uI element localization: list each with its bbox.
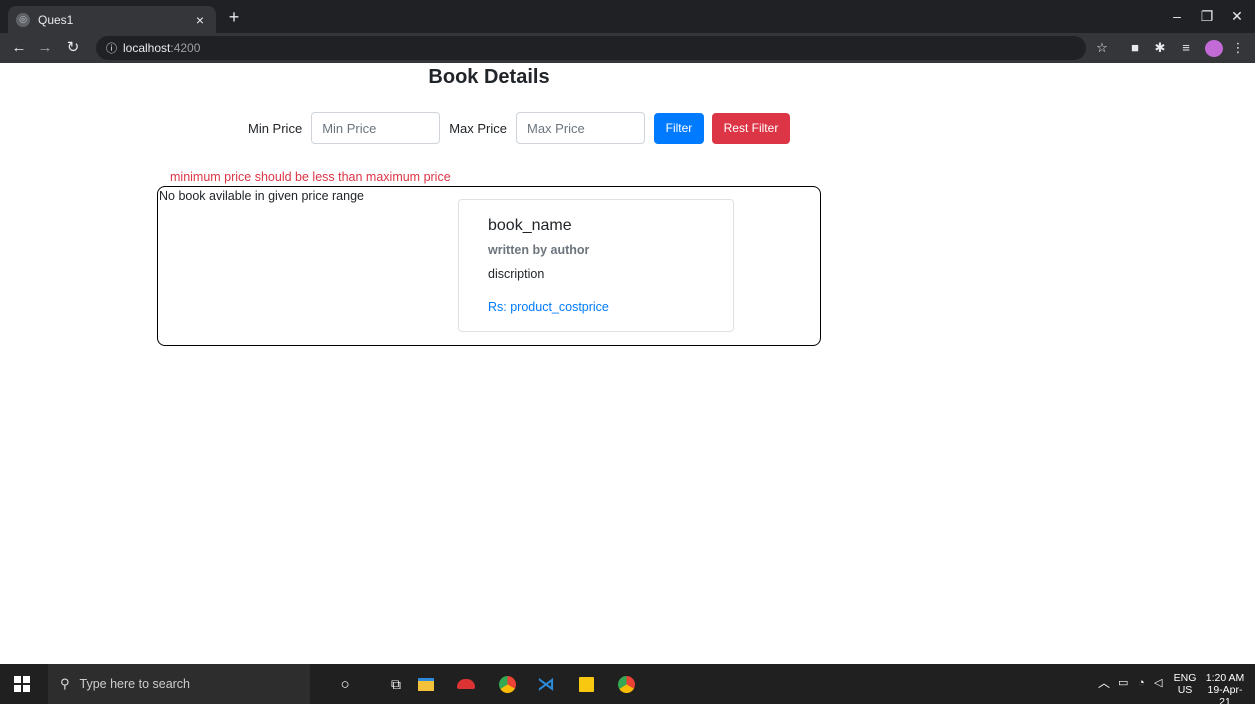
- profile-avatar[interactable]: [1205, 40, 1223, 57]
- new-tab-button[interactable]: +: [222, 7, 246, 29]
- book-card: book_name written by author discription …: [458, 199, 734, 332]
- book-author: written by author: [488, 243, 590, 257]
- vscode-icon[interactable]: ⋊: [536, 674, 556, 694]
- tab-title: Ques1: [38, 12, 74, 27]
- tab-close-icon[interactable]: ×: [192, 12, 208, 28]
- max-price-input[interactable]: [515, 112, 645, 144]
- min-price-label: Min Price: [248, 120, 303, 136]
- show-hidden-icons-icon[interactable]: ︿: [1098, 677, 1110, 689]
- task-view-icon[interactable]: ⧉: [386, 674, 406, 694]
- forward-icon[interactable]: →: [34, 38, 56, 58]
- cortana-icon[interactable]: ○: [335, 674, 355, 694]
- min-price-input[interactable]: [311, 112, 441, 144]
- reset-filter-button[interactable]: Rest Filter: [711, 112, 790, 144]
- language-indicator[interactable]: ENG US: [1173, 672, 1197, 696]
- chrome-icon[interactable]: [497, 674, 517, 694]
- price-filter-form: Min Price Max Price Filter Rest Filter: [248, 112, 790, 144]
- taskbar-search-box[interactable]: ⚲ Type here to search: [48, 664, 310, 704]
- clock[interactable]: 1:20 AM 19-Apr-21: [1202, 672, 1248, 704]
- taskbar-search-placeholder: Type here to search: [79, 677, 191, 691]
- language-code: ENG: [1173, 672, 1197, 684]
- close-window-button[interactable]: ✕: [1222, 6, 1252, 26]
- globe-icon: ◎: [16, 12, 30, 27]
- sticky-notes-icon[interactable]: [576, 674, 596, 694]
- camera-icon[interactable]: ■: [1125, 39, 1145, 57]
- clock-date: 19-Apr-21: [1207, 684, 1243, 704]
- book-results-container: No book avilable in given price range bo…: [157, 186, 821, 346]
- extensions-icon[interactable]: ✱: [1150, 39, 1170, 57]
- reading-list-icon[interactable]: ≡: [1176, 39, 1196, 57]
- windows-taskbar: ⚲ Type here to search ○ ⧉ ⋊ ︿ ▭ ◔ ◁ ENG …: [0, 664, 1255, 704]
- browser-toolbar: ← → ↻ ⓘ localhost:4200 ☆ ■ ✱ ≡ ⋮: [0, 33, 1255, 63]
- volume-icon[interactable]: ◁: [1154, 677, 1162, 689]
- app-red-icon[interactable]: [456, 674, 476, 694]
- validation-error-message: minimum price should be less than maximu…: [170, 170, 451, 184]
- book-description: discription: [488, 267, 545, 281]
- chrome-icon-2[interactable]: [616, 674, 636, 694]
- reload-icon[interactable]: ↻: [62, 38, 84, 58]
- windows-start-icon[interactable]: [14, 676, 30, 692]
- max-price-label: Max Price: [449, 120, 507, 136]
- url-host: localhost: [123, 41, 171, 55]
- back-icon[interactable]: ←: [8, 38, 30, 58]
- browser-tab[interactable]: ◎ Ques1 ×: [8, 6, 216, 33]
- info-icon[interactable]: ⓘ: [106, 40, 117, 56]
- wifi-icon[interactable]: ◔: [1138, 677, 1145, 689]
- no-books-message: No book avilable in given price range: [159, 189, 364, 203]
- page-title: Book Details: [428, 66, 550, 88]
- filter-button[interactable]: Filter: [653, 112, 704, 144]
- star-icon[interactable]: ☆: [1092, 39, 1112, 57]
- file-explorer-icon[interactable]: [416, 674, 436, 694]
- book-title: book_name: [488, 217, 572, 234]
- clock-time: 1:20 AM: [1205, 672, 1245, 684]
- restore-button[interactable]: ❐: [1192, 6, 1222, 26]
- region-code: US: [1177, 684, 1193, 696]
- browser-tab-bar: ◎ Ques1 × + – ❐ ✕: [0, 0, 1255, 33]
- menu-icon[interactable]: ⋮: [1228, 39, 1248, 57]
- address-bar[interactable]: ⓘ localhost:4200: [96, 36, 1086, 60]
- search-icon: ⚲: [60, 676, 70, 691]
- book-price-link[interactable]: Rs: product_costprice: [488, 300, 609, 314]
- url-port: :4200: [170, 41, 201, 55]
- battery-icon[interactable]: ▭: [1118, 677, 1128, 689]
- minimize-button[interactable]: –: [1162, 6, 1192, 26]
